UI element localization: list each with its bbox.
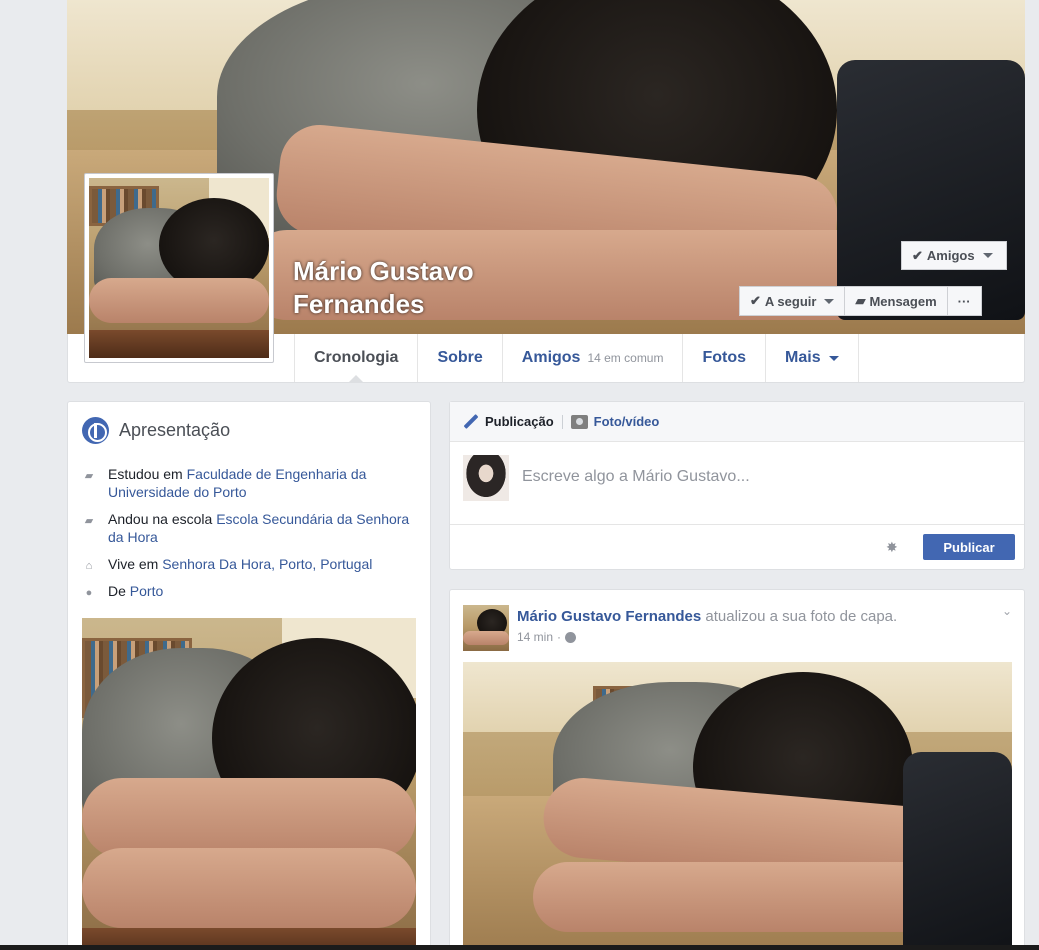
caret-down-icon (824, 298, 835, 304)
taskbar-strip (0, 945, 1039, 950)
post-header: Mário Gustavo Fernandes atualizou a sua … (517, 608, 897, 625)
tab-label: Amigos (521, 349, 581, 366)
graduation-cap-icon: ▰ (84, 470, 94, 482)
location-pin-icon: ● (85, 587, 93, 599)
tab-mais[interactable]: Mais (765, 334, 859, 382)
intro-prefix: Andou na escola (108, 511, 217, 527)
user-avatar (463, 455, 509, 501)
graduation-cap-icon: ▰ (84, 515, 94, 527)
cover-action-group: ✔ A seguir ▰ Mensagem ··· (739, 286, 982, 316)
message-icon: ▰ (855, 293, 866, 308)
tab-cronologia[interactable]: Cronologia (294, 334, 417, 383)
composer-tab-photo[interactable]: Foto/vídeo (570, 414, 660, 429)
tab-label: Sobre (437, 349, 483, 366)
public-globe-icon (565, 631, 577, 643)
publish-button[interactable]: Publicar (923, 534, 1015, 560)
intro-title: Apresentação (119, 420, 231, 440)
friends-button-label: Amigos (926, 248, 975, 263)
globe-icon (82, 417, 109, 444)
post-composer: Publicação Foto/vídeo Escreve algo a Már… (449, 401, 1025, 570)
intro-prefix: Estudou em (108, 466, 187, 482)
home-icon: ⌂ (85, 560, 93, 572)
intro-from: ● De Porto (82, 582, 412, 600)
intro-link[interactable]: Porto (130, 583, 163, 599)
check-icon: ✔ (912, 247, 923, 263)
caret-down-icon (982, 253, 993, 258)
message-button[interactable]: ▰ Mensagem (845, 286, 948, 316)
chevron-down-icon[interactable]: ⌄ (1002, 604, 1012, 618)
intro-education: ▰ Estudou em Faculdade de Engenharia da … (82, 465, 412, 501)
post-photo[interactable] (463, 662, 1012, 950)
camera-icon (570, 414, 588, 429)
intro-lives-in: ⌂ Vive em Senhora Da Hora, Porto, Portug… (82, 555, 412, 573)
post-action-text: atualizou a sua foto de capa. (701, 608, 898, 625)
profile-name[interactable]: Mário Gustavo Fernandes (293, 255, 593, 321)
gear-icon[interactable]: ✸ (886, 539, 898, 556)
feed-post: Mário Gustavo Fernandes atualizou a sua … (449, 589, 1025, 950)
divider (561, 414, 563, 429)
tab-label: Cronologia (314, 349, 399, 366)
post-meta: 14 min · (517, 630, 577, 644)
post-timestamp[interactable]: 14 min (517, 630, 553, 644)
composer-tab-post[interactable]: Publicação (463, 414, 554, 430)
intro-prefix: De (108, 583, 130, 599)
mutual-friends-count: 14 em comum (587, 351, 664, 365)
following-button[interactable]: ✔ A seguir (739, 286, 846, 316)
more-options-icon: ··· (957, 293, 971, 309)
intro-link[interactable]: Senhora Da Hora, Porto, Portugal (162, 556, 372, 572)
intro-prefix: Vive em (108, 556, 163, 572)
intro-school: ▰ Andou na escola Escola Secundária da S… (82, 510, 412, 546)
check-icon: ✔ (750, 293, 761, 308)
message-button-label: Mensagem (869, 293, 937, 309)
following-button-label: A seguir (764, 293, 817, 309)
friends-button[interactable]: ✔ Amigos (901, 241, 1007, 270)
intro-card: Apresentação ▰ Estudou em Faculdade de E… (67, 401, 431, 950)
post-author-name[interactable]: Mário Gustavo Fernandes (517, 608, 701, 625)
tab-label: Fotos (702, 349, 747, 366)
composer-input[interactable]: Escreve algo a Mário Gustavo... (522, 468, 750, 486)
composer-tab-label: Publicação (485, 414, 554, 429)
pencil-icon (463, 414, 479, 430)
post-author-avatar[interactable] (463, 605, 509, 651)
tab-fotos[interactable]: Fotos (682, 334, 765, 382)
more-options-button[interactable]: ··· (947, 286, 982, 316)
caret-down-icon (828, 355, 839, 361)
meta-separator: · (557, 630, 562, 644)
profile-picture[interactable] (84, 173, 274, 363)
tab-amigos[interactable]: Amigos 14 em comum (501, 334, 683, 382)
tab-label: Mais (785, 349, 821, 366)
tab-sobre[interactable]: Sobre (417, 334, 501, 382)
featured-photo[interactable] (82, 618, 416, 950)
composer-tab-label: Foto/vídeo (593, 414, 660, 429)
